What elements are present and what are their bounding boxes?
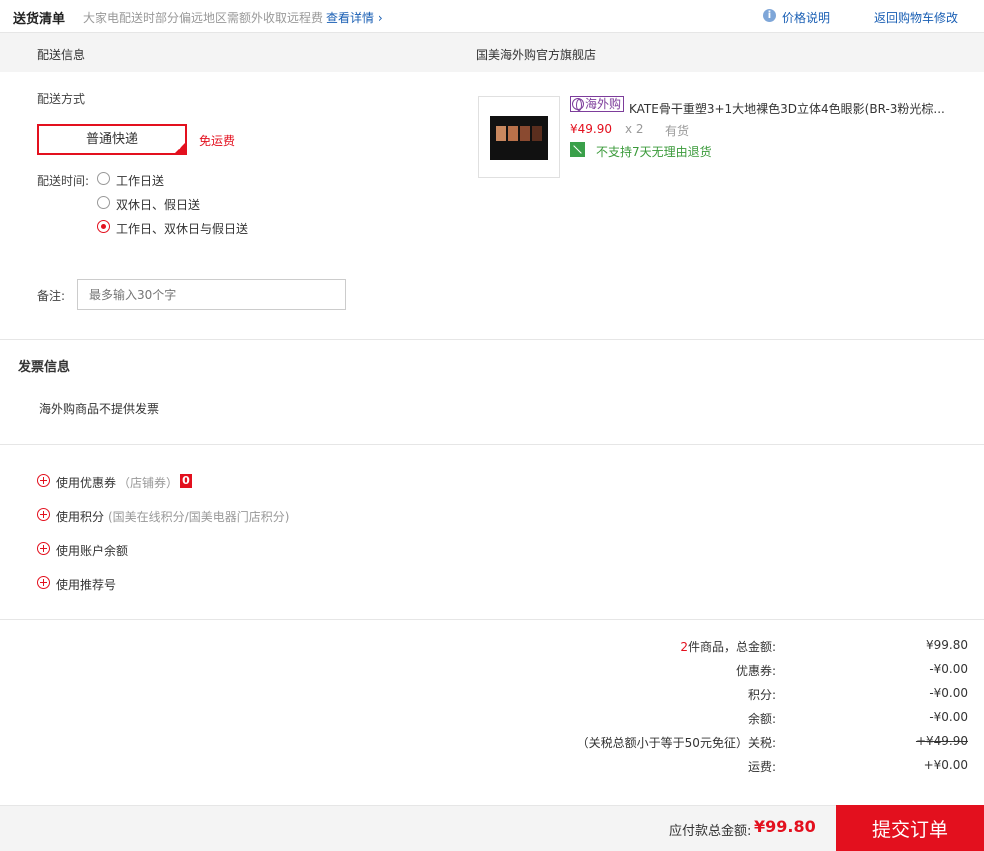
globe-icon	[572, 98, 584, 111]
radio-all-days[interactable]	[97, 220, 110, 233]
swatch-2	[508, 126, 518, 141]
shipping-info-heading: 配送信息	[37, 48, 86, 62]
delivery-time-label: 配送时间:	[37, 174, 90, 188]
free-shipping-label: 免运费	[199, 134, 236, 148]
radio-all-days-label[interactable]: 工作日、双休日与假日送	[116, 220, 248, 237]
product-name-link[interactable]: KATE骨干重塑3+1大地裸色3D立体4色眼影(BR-3粉光棕...	[629, 100, 944, 117]
note-input[interactable]	[77, 279, 346, 310]
payable-total-value: ¥99.80	[754, 817, 816, 836]
divider	[0, 444, 984, 445]
summary-tax-label: （关税总额小于等于50元免征）关税:	[576, 736, 776, 750]
delivery-method-option-express[interactable]: 普通快递 ✓	[37, 124, 187, 155]
store-name: 国美海外购官方旗舰店	[476, 48, 597, 62]
summary-tax-value: +¥49.90	[915, 734, 968, 748]
payable-total-label: 应付款总金额:	[669, 824, 752, 839]
info-icon: i	[763, 9, 776, 22]
divider	[0, 619, 984, 620]
summary-balance-label: 余额:	[747, 712, 776, 726]
use-referral-toggle[interactable]: 使用推荐号	[56, 576, 116, 593]
overseas-tag-text: 海外购	[585, 97, 622, 111]
note-label: 备注:	[37, 289, 66, 303]
top-notice-bar: 送货清单 大家电配送时部分偏远地区需额外收取远程费 查看详情 › i 价格说明 …	[0, 0, 984, 32]
summary-points-value: -¥0.00	[929, 686, 968, 700]
summary-coupon-label: 优惠券:	[735, 664, 776, 678]
page-title: 送货清单	[13, 12, 66, 27]
eyeshadow-palette-image	[490, 116, 548, 160]
expand-plus-icon[interactable]	[37, 508, 50, 521]
price-explanation-link[interactable]: 价格说明	[782, 9, 830, 26]
coupon-type: （店铺券）	[118, 476, 179, 490]
expand-plus-icon[interactable]	[37, 576, 50, 589]
summary-points-label: 积分:	[747, 688, 776, 702]
delivery-method-label: 配送方式	[37, 92, 86, 106]
view-details-link[interactable]: 查看详情 ›	[326, 9, 383, 26]
product-price: ¥49.90	[570, 122, 612, 136]
delivery-method-text: 普通快递	[85, 132, 138, 147]
summary-shipping-label: 运费:	[747, 760, 776, 774]
summary-total-value: ¥99.80	[926, 638, 968, 652]
swatch-4	[532, 126, 542, 141]
use-balance-toggle[interactable]: 使用账户余额	[56, 542, 128, 559]
summary-shipping-value: +¥0.00	[923, 758, 968, 772]
remote-fee-notice: 大家电配送时部分偏远地区需额外收取远程费	[83, 11, 324, 25]
use-points-toggle[interactable]: 使用积分	[56, 508, 104, 525]
check-icon: ✓	[177, 143, 184, 152]
invoice-heading: 发票信息	[18, 360, 71, 375]
back-to-cart-link[interactable]: 返回购物车修改	[874, 9, 958, 26]
no-return-notice: 不支持7天无理由退货	[596, 145, 712, 159]
swatch-3	[520, 126, 530, 141]
radio-weekend-holiday[interactable]	[97, 196, 110, 209]
overseas-tag: 海外购	[570, 96, 625, 112]
expand-plus-icon[interactable]	[37, 474, 50, 487]
product-image[interactable]	[478, 96, 560, 178]
invoice-notice: 海外购商品不提供发票	[39, 402, 160, 416]
stock-status: 有货	[665, 124, 690, 138]
swatch-1	[496, 126, 506, 141]
summary-balance-value: -¥0.00	[929, 710, 968, 724]
no-return-icon	[570, 142, 585, 157]
submit-order-button[interactable]: 提交订单	[836, 805, 984, 851]
shipping-header: 配送信息 国美海外购官方旗舰店	[0, 32, 984, 72]
item-count: 2	[680, 640, 688, 654]
points-type: (国美在线积分/国美电器门店积分)	[108, 510, 290, 524]
expand-plus-icon[interactable]	[37, 542, 50, 555]
product-quantity: x 2	[625, 122, 644, 136]
divider	[0, 339, 984, 340]
radio-weekday[interactable]	[97, 172, 110, 185]
item-count-suffix: 件商品，总金额:	[687, 640, 776, 654]
use-coupon-toggle[interactable]: 使用优惠券	[56, 474, 116, 491]
radio-weekday-label[interactable]: 工作日送	[116, 172, 164, 189]
summary-total-label: 2件商品，总金额:	[680, 638, 776, 655]
radio-weekend-holiday-label[interactable]: 双休日、假日送	[116, 196, 200, 213]
summary-coupon-value: -¥0.00	[929, 662, 968, 676]
coupon-count-badge: 0	[180, 474, 192, 488]
